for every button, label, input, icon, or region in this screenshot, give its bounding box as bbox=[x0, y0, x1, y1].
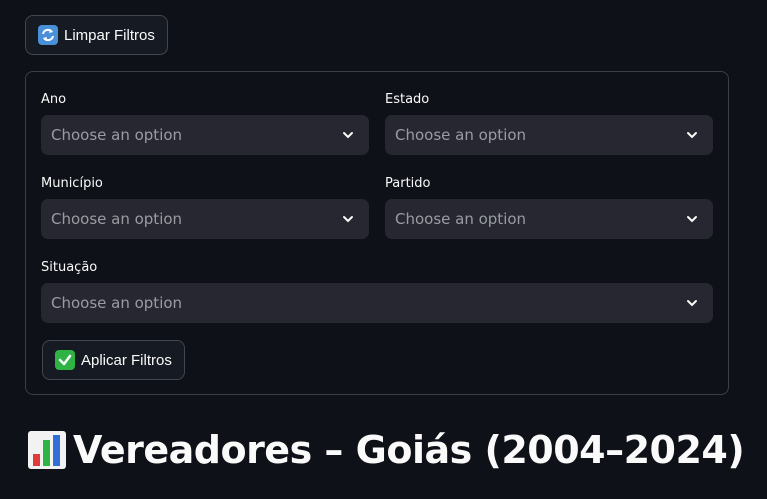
clear-filters-button[interactable]: Limpar Filtros bbox=[25, 15, 168, 55]
ano-label: Ano bbox=[41, 92, 67, 107]
estado-select-value: Choose an option bbox=[395, 126, 527, 144]
situacao-label: Situação bbox=[41, 260, 98, 275]
ano-select[interactable]: Choose an option bbox=[41, 115, 369, 155]
municipio-select-value: Choose an option bbox=[51, 210, 183, 228]
chevron-down-icon bbox=[687, 132, 697, 139]
arrows-clockwise-icon bbox=[38, 25, 58, 45]
chevron-down-icon bbox=[687, 216, 697, 223]
page-title-text: Vereadores – Goiás (2004–2024) bbox=[73, 428, 745, 472]
chevron-down-icon bbox=[343, 132, 353, 139]
clear-filters-label: Limpar Filtros bbox=[64, 26, 155, 44]
situacao-select-value: Choose an option bbox=[51, 294, 183, 312]
municipio-select[interactable]: Choose an option bbox=[41, 199, 369, 239]
municipio-label: Município bbox=[41, 176, 103, 191]
situacao-select[interactable]: Choose an option bbox=[41, 283, 713, 323]
bar-chart-icon bbox=[27, 430, 67, 470]
check-mark-icon bbox=[55, 350, 75, 370]
chevron-down-icon bbox=[687, 300, 697, 307]
partido-label: Partido bbox=[385, 176, 431, 191]
estado-select[interactable]: Choose an option bbox=[385, 115, 713, 155]
partido-select[interactable]: Choose an option bbox=[385, 199, 713, 239]
ano-select-value: Choose an option bbox=[51, 126, 183, 144]
apply-filters-label: Aplicar Filtros bbox=[81, 351, 172, 369]
page-title: Vereadores – Goiás (2004–2024) bbox=[27, 428, 745, 472]
filter-form: Ano Choose an option Estado Choose an op… bbox=[25, 71, 729, 395]
chevron-down-icon bbox=[343, 216, 353, 223]
estado-label: Estado bbox=[385, 92, 430, 107]
apply-filters-button[interactable]: Aplicar Filtros bbox=[42, 340, 185, 380]
partido-select-value: Choose an option bbox=[395, 210, 527, 228]
